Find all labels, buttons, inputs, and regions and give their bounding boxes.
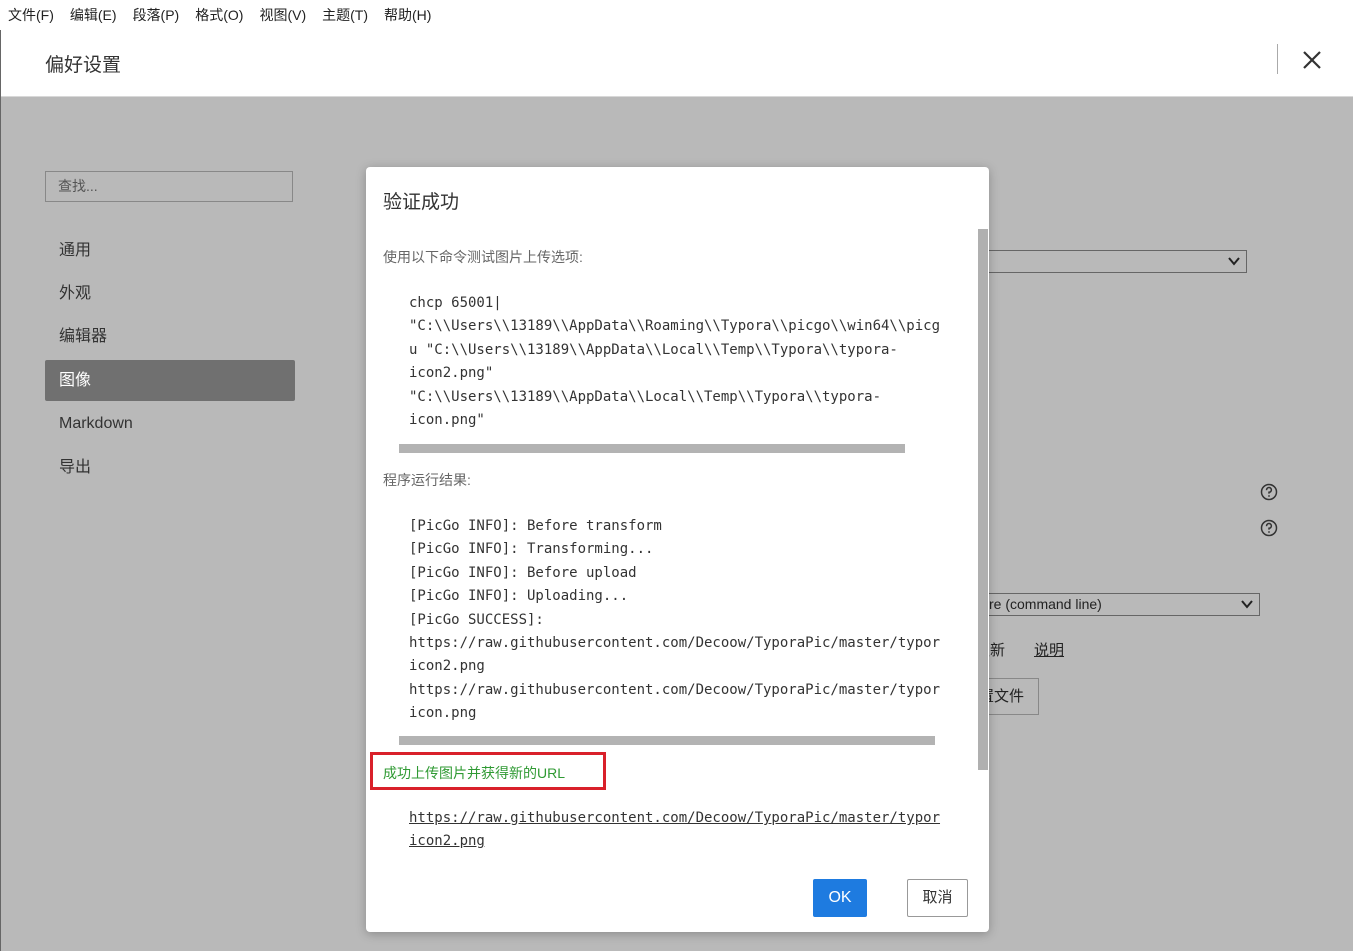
menu-paragraph[interactable]: 段落(P)	[125, 5, 188, 25]
output-line: [PicGo INFO]: Transforming...	[409, 541, 654, 558]
menu-edit[interactable]: 编辑(E)	[62, 5, 125, 25]
command-line: "C:\\Users\\13189\\AppData\\Local\\Temp\…	[409, 388, 882, 405]
close-button[interactable]	[1296, 44, 1328, 76]
command-line: u "C:\\Users\\13189\\AppData\\Local\\Tem…	[409, 341, 898, 358]
output-line: [PicGo INFO]: Before transform	[409, 518, 662, 534]
command-horizontal-scrollbar[interactable]	[399, 444, 905, 453]
page-title: 偏好设置	[45, 55, 122, 76]
output-line: [PicGo SUCCESS]:	[409, 611, 544, 628]
ok-button[interactable]: OK	[813, 879, 867, 917]
sidebar-item-image[interactable]: 图像	[45, 360, 295, 401]
uploader-select-value: re (command line)	[989, 596, 1102, 612]
sidebar-item-markdown[interactable]: Markdown	[45, 403, 295, 444]
sidebar-item-general[interactable]: 通用	[45, 230, 295, 271]
search-input[interactable]: 查找...	[45, 171, 293, 202]
command-block: chcp 65001| "C:\\Users\\13189\\AppData\\R…	[409, 292, 940, 432]
dialog-scrollbar[interactable]	[978, 229, 988, 770]
menu-theme[interactable]: 主题(T)	[314, 5, 376, 25]
output-line: https://raw.githubusercontent.com/Decoow…	[409, 681, 941, 698]
help-icon[interactable]	[1260, 519, 1278, 537]
verification-dialog: 验证成功 使用以下命令测试图片上传选项: chcp 65001| "C:\\Use…	[366, 167, 989, 932]
image-insert-select[interactable]	[975, 250, 1247, 273]
output-line: [PicGo INFO]: Before upload	[409, 564, 637, 581]
chevron-down-icon	[1241, 600, 1253, 609]
sidebar-item-editor[interactable]: 编辑器	[45, 316, 295, 357]
menu-view[interactable]: 视图(V)	[251, 5, 314, 25]
image-uploader-select[interactable]: re (command line)	[975, 593, 1260, 616]
chevron-down-icon	[1228, 257, 1240, 266]
command-line: icon.png"	[409, 412, 485, 429]
cancel-button[interactable]: 取消	[907, 879, 968, 917]
result-label: 程序运行结果:	[383, 472, 471, 488]
command-line: "C:\\Users\\13189\\AppData\\Roaming\\Typ…	[409, 318, 941, 335]
dialog-title: 验证成功	[383, 192, 460, 213]
output-line: https://raw.githubusercontent.com/Decoow…	[409, 635, 941, 652]
window-edge	[0, 30, 1, 951]
uploaded-url-link[interactable]: https://raw.githubusercontent.com/Decoow…	[409, 807, 940, 854]
command-line: chcp 65001|	[409, 295, 502, 311]
output-line: [PicGo INFO]: Uploading...	[409, 588, 629, 605]
menu-format[interactable]: 格式(O)	[187, 5, 251, 25]
header-divider	[1277, 44, 1278, 74]
sidebar-item-export[interactable]: 导出	[45, 447, 295, 488]
explain-link[interactable]: 说明	[1034, 639, 1064, 660]
success-message: 成功上传图片并获得新的URL	[383, 765, 566, 781]
menu-bar: 文件(F) 编辑(E) 段落(P) 格式(O) 视图(V) 主题(T) 帮助(H…	[0, 0, 1353, 30]
output-line: icon2.png	[409, 658, 485, 675]
test-command-label: 使用以下命令测试图片上传选项:	[383, 249, 583, 265]
output-block: [PicGo INFO]: Before transform [PicGo INF…	[409, 515, 940, 726]
output-line: icon.png	[409, 705, 477, 722]
url-line: https://raw.githubusercontent.com/Decoow…	[409, 810, 941, 826]
url-line: icon2.png	[409, 833, 485, 850]
menu-help[interactable]: 帮助(H)	[376, 5, 439, 25]
output-horizontal-scrollbar[interactable]	[399, 736, 935, 745]
sidebar-item-appearance[interactable]: 外观	[45, 273, 295, 314]
preferences-header: 偏好设置	[0, 30, 1353, 97]
help-icon[interactable]	[1260, 483, 1278, 501]
command-line: icon2.png"	[409, 365, 494, 382]
menu-file[interactable]: 文件(F)	[0, 5, 62, 25]
close-icon	[1303, 51, 1321, 69]
